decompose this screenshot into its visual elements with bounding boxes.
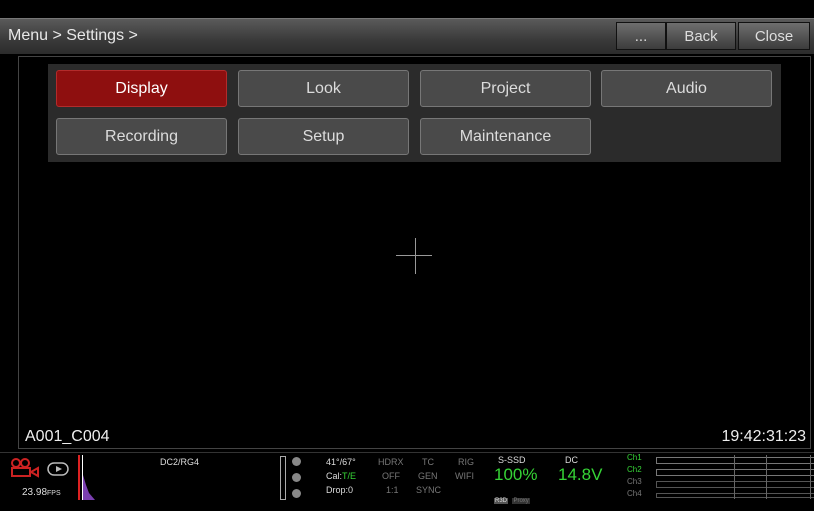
hdrx-label: HDRX: [378, 457, 404, 467]
tab-project[interactable]: Project: [420, 70, 591, 107]
settings-menu: Display Look Project Audio Recording Set…: [48, 64, 781, 162]
camera-record-icon: [11, 458, 39, 478]
media-value: 100%: [494, 465, 538, 484]
tc-label: TC: [422, 457, 434, 467]
hdrx-value: OFF: [382, 471, 400, 481]
channel-4: Ch4: [627, 489, 642, 498]
sensor-temp: 41°/67°: [326, 457, 356, 467]
cal-label: Cal:: [326, 471, 343, 481]
crosshair-horizontal: [396, 255, 432, 256]
status-dot-3: [292, 489, 301, 498]
tc-sync: SYNC: [416, 485, 442, 495]
wifi-label: WIFI: [455, 471, 474, 481]
breadcrumb[interactable]: Menu > Settings >: [8, 27, 138, 45]
drop-frames: Drop:0: [326, 485, 354, 495]
cal-value: T/E: [342, 471, 357, 481]
power-label: DC: [565, 455, 578, 465]
title-bar: Menu > Settings > ... Back Close: [0, 18, 814, 54]
more-button[interactable]: ...: [616, 22, 666, 50]
media-label: S-SSD: [498, 455, 526, 465]
hdrx-ratio: 1:1: [386, 485, 399, 495]
r3d-badge: R3D: [494, 498, 509, 504]
back-button[interactable]: Back: [666, 22, 736, 50]
fps-value: 23.98: [22, 487, 48, 498]
power-value: 14.8V: [558, 465, 603, 484]
clip-name: A001_C004: [25, 428, 110, 445]
crosshair-vertical: [415, 238, 416, 274]
tab-setup[interactable]: Setup: [238, 118, 409, 155]
tc-gen: GEN: [418, 471, 438, 481]
tab-maintenance[interactable]: Maintenance: [420, 118, 591, 155]
proxy-badge: Proxy: [512, 498, 530, 504]
channel-2: Ch2: [627, 465, 642, 474]
status-bar: 23.98FPS DC2/RG4 41°/67° Cal:T/E Drop:0 …: [0, 452, 814, 511]
status-dot-1: [292, 457, 301, 466]
audio-meters: [656, 455, 814, 499]
fps-unit: FPS: [47, 490, 61, 497]
timecode: 19:42:31:23: [721, 428, 806, 445]
close-button[interactable]: Close: [738, 22, 810, 50]
channel-1: Ch1: [627, 453, 642, 462]
meter-box: [280, 456, 286, 500]
rig-label: RIG: [458, 457, 475, 467]
tab-recording[interactable]: Recording: [56, 118, 227, 155]
channel-3: Ch3: [627, 477, 642, 486]
tab-look[interactable]: Look: [238, 70, 409, 107]
tab-display[interactable]: Display: [56, 70, 227, 107]
color-science: DC2/RG4: [160, 457, 200, 467]
play-icon[interactable]: [47, 462, 69, 476]
tab-audio[interactable]: Audio: [601, 70, 772, 107]
status-dot-2: [292, 473, 301, 482]
